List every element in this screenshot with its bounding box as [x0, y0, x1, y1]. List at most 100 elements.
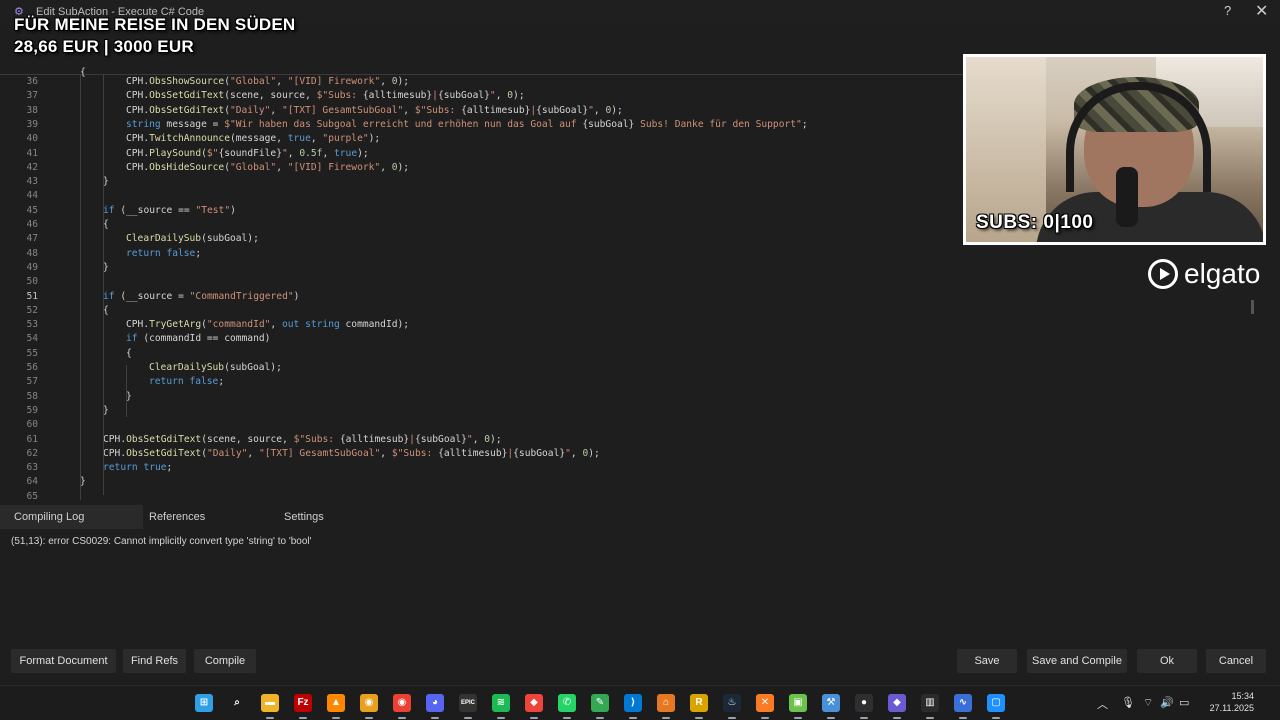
clock[interactable]: 15:34 27.11.2025 [1198, 690, 1254, 714]
code-line[interactable]: 65 [0, 490, 1264, 500]
indent-guide [80, 75, 81, 500]
tab-references[interactable]: References [135, 505, 219, 529]
visual-studio-icon[interactable]: ▢ [987, 694, 1005, 712]
line-number: 64 [26, 476, 38, 488]
running-indicator [530, 717, 538, 719]
code-line[interactable]: 63 return true; [0, 461, 1264, 475]
code-line[interactable]: 62 CPH.ObsSetGdiText("Daily", "[TXT] Gesa… [0, 447, 1264, 461]
line-number: 44 [26, 190, 38, 202]
line-number: 38 [26, 104, 38, 116]
vscode-icon[interactable]: ⟩ [624, 694, 642, 712]
code-line[interactable]: 48 return false; [0, 247, 1264, 261]
steam-icon[interactable]: ♨ [723, 694, 741, 712]
running-indicator [959, 717, 967, 719]
find-refs-button[interactable]: Find Refs [123, 649, 186, 673]
unknown-orange-icon[interactable]: ⌂ [657, 694, 675, 712]
code-line[interactable]: 57 return false; [0, 375, 1264, 389]
code-line[interactable]: 53 CPH.TryGetArg("commandId", out string … [0, 318, 1264, 332]
battery-icon[interactable]: ▭ [1179, 696, 1189, 709]
search-icon[interactable]: ⌕ [228, 694, 246, 712]
wifi-icon[interactable]: ⌔ [1143, 696, 1153, 710]
line-number: 53 [26, 319, 38, 331]
line-number: 37 [26, 90, 38, 102]
code-text: if (__source = "CommandTriggered") [103, 290, 300, 302]
line-number: 55 [26, 347, 38, 359]
line-number: 48 [26, 247, 38, 259]
cancel-button[interactable]: Cancel [1206, 649, 1266, 673]
code-line[interactable]: 64} [0, 475, 1264, 489]
anydesk-icon[interactable]: ◆ [525, 694, 543, 712]
code-text: return false; [149, 376, 225, 388]
chrome-canary-icon[interactable]: ◉ [360, 694, 378, 712]
code-line[interactable]: 59} [0, 404, 1264, 418]
tab-compiling-log[interactable]: Compiling Log [0, 505, 143, 529]
microphone-icon[interactable]: 🎙 [1121, 696, 1135, 709]
vlc-icon[interactable]: ▲ [327, 694, 345, 712]
waveform-icon[interactable]: ∿ [954, 694, 972, 712]
line-number: 41 [26, 147, 38, 159]
compiling-log-panel: (51,13): error CS0029: Cannot implicitly… [0, 529, 1280, 639]
running-indicator [497, 717, 505, 719]
tool-icon[interactable]: ⚒ [822, 694, 840, 712]
whatsapp-icon[interactable]: ✆ [558, 694, 576, 712]
code-text: return false; [126, 247, 202, 259]
line-number: 56 [26, 362, 38, 373]
compile-button[interactable]: Compile [194, 649, 256, 673]
running-indicator [794, 717, 802, 719]
running-indicator [926, 717, 934, 719]
line-number: 45 [26, 204, 38, 216]
code-line[interactable]: 56 ClearDailySub(subGoal); [0, 361, 1264, 375]
tab-settings[interactable]: Settings [270, 505, 338, 529]
discord-icon[interactable]: ◕ [426, 694, 444, 712]
running-indicator [464, 717, 472, 719]
green-cube-icon[interactable]: ▣ [789, 694, 807, 712]
elgato-brand: elgato [1148, 258, 1260, 290]
save-button[interactable]: Save [957, 649, 1017, 673]
indent-guide [103, 75, 104, 495]
windows-start-icon[interactable]: ⊞ [195, 694, 213, 712]
line-number: 60 [26, 419, 38, 431]
running-indicator [728, 717, 736, 719]
code-text: ClearDailySub(subGoal); [149, 362, 282, 373]
elgato-label: elgato [1184, 258, 1261, 289]
code-text: CPH.ObsSetGdiText("Daily", "[TXT] Gesamt… [126, 104, 623, 116]
line-number: 52 [26, 304, 38, 316]
epic-games-icon[interactable]: EPIC [459, 694, 477, 712]
code-line[interactable]: 58} [0, 390, 1264, 404]
code-text: string message = $"Wir haben das Subgoal… [126, 118, 808, 130]
code-line[interactable]: 55 { [0, 347, 1264, 361]
running-indicator [662, 717, 670, 719]
notepad-icon[interactable]: ✎ [591, 694, 609, 712]
code-line[interactable]: 49} [0, 261, 1264, 275]
fl-studio-icon[interactable]: ▥ [921, 694, 939, 712]
file-explorer-icon[interactable]: ▬ [261, 694, 279, 712]
format-document-button[interactable]: Format Document [11, 649, 116, 673]
code-line[interactable]: 52{ [0, 304, 1264, 318]
obs-icon[interactable]: ● [855, 694, 873, 712]
line-number: 54 [26, 333, 38, 345]
streamerbot-icon[interactable]: ◆ [888, 694, 906, 712]
save-and-compile-button[interactable]: Save and Compile [1027, 649, 1127, 673]
filezilla-icon[interactable]: Fz [294, 694, 312, 712]
rustdesk-icon[interactable]: R [690, 694, 708, 712]
close-button[interactable]: ✕ [1255, 1, 1268, 21]
chrome-icon[interactable]: ◉ [393, 694, 411, 712]
code-line[interactable]: 54 if (commandId == command) [0, 332, 1264, 346]
code-line[interactable]: 61 CPH.ObsSetGdiText(scene, source, $"Sub… [0, 433, 1264, 447]
running-indicator [695, 717, 703, 719]
line-number: 63 [26, 462, 38, 474]
code-line[interactable]: 60 [0, 418, 1264, 432]
line-number: 39 [26, 118, 38, 130]
code-line[interactable]: 51 if (__source = "CommandTriggered") [0, 290, 1264, 304]
code-line[interactable]: 50 [0, 275, 1264, 289]
ok-button[interactable]: Ok [1137, 649, 1197, 673]
speaker-icon[interactable]: 🔊 [1160, 696, 1174, 709]
help-button[interactable]: ? [1224, 3, 1231, 18]
webcam-overlay: SUBS: 0|100 [963, 54, 1266, 245]
chevron-up-icon[interactable]: ︿ [1097, 696, 1108, 712]
xampp-icon[interactable]: ✕ [756, 694, 774, 712]
running-indicator [365, 717, 373, 719]
code-text: if (__source == "Test") [103, 204, 236, 216]
spotify-icon[interactable]: ≋ [492, 694, 510, 712]
running-indicator [860, 717, 868, 719]
